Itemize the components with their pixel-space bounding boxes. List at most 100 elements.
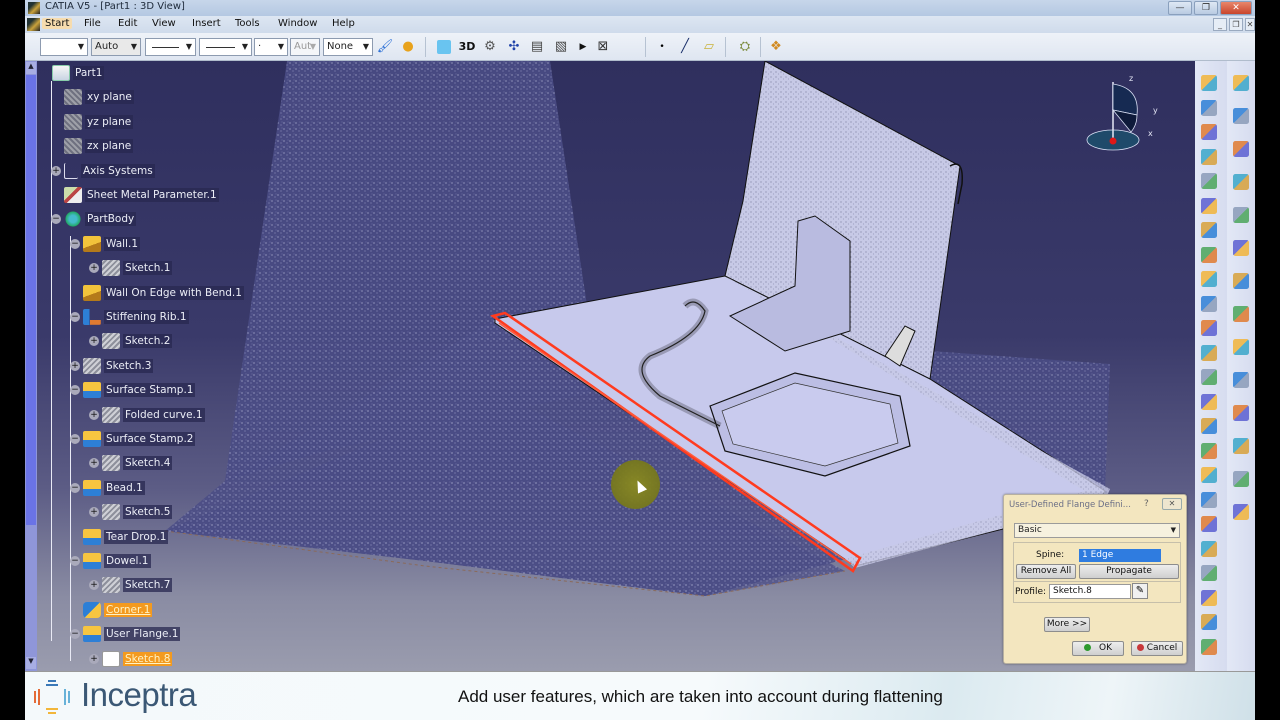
tree-node[interactable]: + Sketch.1 bbox=[89, 258, 173, 278]
menu-start[interactable]: Start bbox=[42, 18, 73, 29]
help-icon[interactable]: ? bbox=[1144, 499, 1149, 509]
scroll-down-icon[interactable]: ▼ bbox=[26, 657, 36, 669]
tree-node[interactable]: − User Flange.1 bbox=[70, 624, 181, 644]
more-button[interactable]: More >> bbox=[1044, 617, 1090, 632]
assembly-icon[interactable] bbox=[1233, 273, 1249, 289]
mdi-close-button[interactable]: ✕ bbox=[1245, 18, 1255, 31]
save-icon[interactable] bbox=[1233, 339, 1249, 355]
3d-icon[interactable]: 3D bbox=[458, 38, 476, 56]
menu-insert[interactable]: Insert bbox=[189, 18, 224, 29]
extrusion-icon[interactable] bbox=[1201, 197, 1217, 214]
flange-icon[interactable] bbox=[1201, 565, 1217, 581]
compass-widget[interactable]: z y x bbox=[1085, 70, 1165, 160]
select-icon[interactable] bbox=[1233, 108, 1249, 124]
tree-node[interactable]: − Surface Stamp.2 bbox=[70, 429, 196, 449]
user-stamp-icon[interactable] bbox=[1201, 320, 1217, 336]
flag-note-icon[interactable] bbox=[1233, 471, 1249, 487]
catalog-icon[interactable]: ❖ bbox=[767, 38, 785, 56]
multi-view-icon[interactable] bbox=[1233, 141, 1249, 157]
collapse-icon[interactable]: − bbox=[70, 556, 80, 566]
tree-node[interactable]: − PartBody bbox=[51, 209, 137, 229]
sketcher-icon[interactable] bbox=[1201, 75, 1217, 91]
menu-help[interactable]: Help bbox=[329, 18, 358, 29]
cancel-button[interactable]: Cancel bbox=[1131, 641, 1183, 656]
pocket-icon[interactable] bbox=[1201, 467, 1217, 483]
stiffening-rib-icon[interactable] bbox=[1201, 246, 1217, 263]
collapse-icon[interactable]: − bbox=[70, 629, 80, 640]
hole-icon[interactable] bbox=[1201, 271, 1217, 287]
collapse-icon[interactable]: − bbox=[51, 214, 61, 225]
restore-button[interactable]: ❐ bbox=[1194, 1, 1218, 15]
collapse-icon[interactable]: − bbox=[70, 312, 80, 322]
fold-unfold-icon[interactable] bbox=[1233, 75, 1249, 91]
tree-node[interactable]: Sheet Metal Parameter.1 bbox=[51, 185, 219, 205]
unfold-icon[interactable] bbox=[1201, 516, 1217, 532]
linetype-combo[interactable]: ▼ bbox=[145, 38, 196, 56]
spine-field[interactable]: 1 Edge bbox=[1079, 549, 1161, 562]
tree-node[interactable]: Corner.1 bbox=[70, 600, 153, 620]
chamfer-icon[interactable] bbox=[1201, 369, 1217, 385]
fast-forward-icon[interactable]: ⊠ bbox=[594, 38, 612, 56]
sketch-icon[interactable]: ✎ bbox=[1132, 583, 1148, 599]
user-flange-icon[interactable] bbox=[1201, 589, 1217, 606]
process-icon[interactable] bbox=[1233, 504, 1249, 520]
report-icon[interactable]: ▤ bbox=[528, 38, 546, 56]
color-combo[interactable]: ▼ bbox=[40, 38, 88, 56]
mdi-restore-button[interactable]: ❐ bbox=[1229, 18, 1243, 31]
multi-view-save-icon[interactable] bbox=[1233, 174, 1249, 190]
recognize-icon[interactable] bbox=[1201, 540, 1217, 557]
face-icon[interactable] bbox=[1233, 306, 1249, 322]
point-icon[interactable]: • bbox=[653, 38, 671, 56]
tree-node[interactable]: − Bead.1 bbox=[70, 478, 145, 498]
snap-icon[interactable]: ✣ bbox=[505, 38, 523, 56]
mdi-minimize-button[interactable]: _ bbox=[1213, 18, 1227, 31]
expand-icon[interactable]: + bbox=[89, 507, 99, 518]
expand-icon[interactable]: + bbox=[89, 409, 99, 420]
scroll-up-icon[interactable]: ▲ bbox=[26, 62, 36, 74]
auto-combo[interactable]: Aut ▼ bbox=[290, 38, 320, 56]
menu-window[interactable]: Window bbox=[275, 18, 320, 29]
menu-view[interactable]: View bbox=[149, 18, 179, 29]
grid-icon[interactable] bbox=[1233, 240, 1249, 256]
hem-icon[interactable] bbox=[1201, 614, 1217, 630]
fold-icon[interactable] bbox=[1201, 418, 1217, 434]
close-button[interactable]: ✕ bbox=[1220, 1, 1252, 15]
collapse-icon[interactable]: − bbox=[70, 434, 80, 444]
line-icon[interactable]: ╱ bbox=[676, 38, 694, 56]
tree-node[interactable]: xy plane bbox=[51, 87, 134, 107]
scroll-thumb[interactable] bbox=[26, 75, 36, 525]
tear-drop-icon[interactable] bbox=[1201, 638, 1217, 655]
collapse-icon[interactable]: − bbox=[70, 482, 80, 493]
expand-icon[interactable]: + bbox=[89, 458, 99, 469]
painter-sphere-icon[interactable]: ● bbox=[399, 38, 417, 56]
profile-field[interactable]: Sketch.8 bbox=[1049, 584, 1131, 599]
pattern-icon[interactable] bbox=[1201, 491, 1217, 508]
gear-icon[interactable]: ⚙ bbox=[481, 38, 499, 56]
tree-node[interactable]: − Stiffening Rib.1 bbox=[70, 307, 189, 327]
expand-icon[interactable]: + bbox=[89, 580, 99, 591]
expand-icon[interactable]: + bbox=[89, 653, 99, 664]
menu-tools[interactable]: Tools bbox=[232, 18, 263, 29]
stamp-icon[interactable] bbox=[1201, 295, 1217, 312]
analysis-icon[interactable]: ⛭ bbox=[736, 38, 754, 56]
bends-icon[interactable] bbox=[1233, 207, 1249, 223]
expand-icon[interactable]: + bbox=[51, 165, 61, 176]
minimize-button[interactable]: — bbox=[1168, 1, 1192, 15]
tree-node[interactable]: Tear Drop.1 bbox=[70, 527, 169, 547]
tree-node[interactable]: − Wall.1 bbox=[70, 234, 140, 254]
wall-icon[interactable] bbox=[1201, 148, 1217, 165]
table-icon[interactable] bbox=[1233, 405, 1249, 421]
collapse-icon[interactable]: − bbox=[70, 238, 80, 249]
menu-file[interactable]: File bbox=[81, 18, 104, 29]
tree-scrollbar[interactable]: ▲ ▼ bbox=[25, 61, 37, 671]
wall-on-edge-icon[interactable] bbox=[1201, 173, 1217, 189]
ok-button[interactable]: OK bbox=[1072, 641, 1124, 656]
plane-icon[interactable]: ▱ bbox=[700, 38, 718, 56]
surface-icon[interactable] bbox=[437, 40, 451, 54]
bends-from-flat-icon[interactable] bbox=[1201, 124, 1217, 140]
tree-node[interactable]: Part1 bbox=[39, 63, 105, 83]
tree-node[interactable]: yz plane bbox=[51, 112, 134, 132]
none-combo[interactable]: None ▼ bbox=[323, 38, 373, 56]
tree-node[interactable]: + Sketch.3 bbox=[70, 356, 154, 376]
collapse-icon[interactable]: − bbox=[70, 385, 80, 396]
